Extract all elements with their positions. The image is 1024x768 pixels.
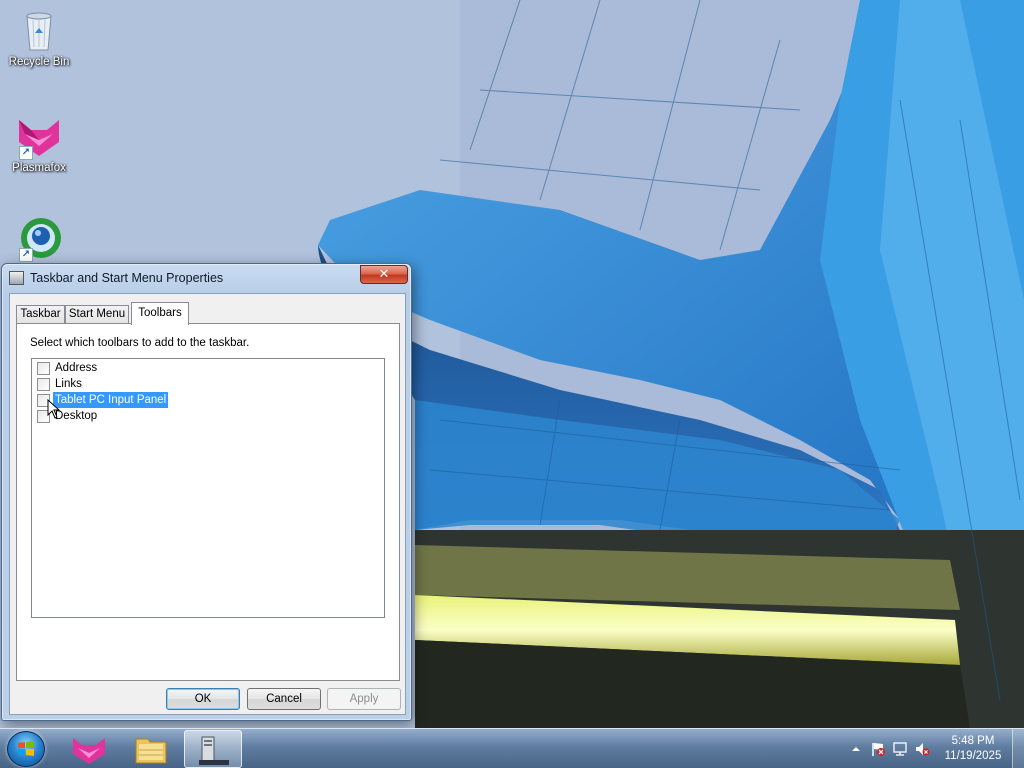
network-icon[interactable] [892, 741, 908, 757]
ok-button[interactable]: OK [166, 688, 240, 710]
toolbar-list[interactable]: Address Links Tablet PC Input Panel Desk… [31, 358, 385, 618]
shortcut-arrow-icon: ↗ [19, 248, 33, 262]
close-icon: ✕ [378, 267, 390, 282]
desktop-icon-label: Plasmafox [12, 162, 66, 174]
checkbox[interactable] [37, 378, 50, 391]
tab-start-menu[interactable]: Start Menu [65, 305, 129, 324]
show-desktop-button[interactable] [1012, 729, 1024, 768]
desktop-icon-plasmafox[interactable]: ↗ Plasmafox [2, 112, 76, 174]
checkbox[interactable] [37, 362, 50, 375]
instructions-text: Select which toolbars to add to the task… [30, 337, 250, 349]
taskbar-button-properties[interactable] [184, 730, 242, 768]
apply-button[interactable]: Apply [327, 688, 401, 710]
clock-date: 11/19/2025 [944, 750, 1002, 762]
desktop-icon-network[interactable]: ↗ [2, 214, 76, 262]
start-orb-icon [18, 741, 34, 756]
toolbars-tab-panel: Select which toolbars to add to the task… [16, 323, 400, 681]
dialog-client-area: Taskbar Start Menu Toolbars Select which… [9, 293, 406, 715]
desktop-icon-recycle-bin[interactable]: Recycle Bin [2, 6, 76, 68]
shortcut-arrow-icon: ↗ [19, 146, 33, 160]
mouse-cursor-icon [47, 399, 61, 419]
dialog-titlebar[interactable]: Taskbar and Start Menu Properties ✕ [2, 264, 411, 292]
plasmafox-icon: ↗ [15, 112, 63, 160]
clock[interactable]: 5:48 PM 11/19/2025 [938, 734, 1008, 764]
tab-taskbar[interactable]: Taskbar [16, 305, 65, 324]
volume-muted-icon[interactable] [914, 741, 930, 757]
close-button[interactable]: ✕ [360, 265, 408, 284]
taskbar: 5:48 PM 11/19/2025 [0, 728, 1024, 768]
explorer-folder-icon [135, 738, 167, 764]
taskbar-button-explorer[interactable] [122, 730, 180, 768]
taskbar-properties-icon [199, 736, 229, 765]
tab-label: Start Menu [68, 308, 126, 320]
show-hidden-icons-arrow[interactable] [848, 741, 864, 757]
start-button[interactable] [7, 731, 45, 767]
tab-label: Toolbars [138, 307, 182, 319]
plasmafox-icon [73, 738, 105, 764]
taskbar-properties-dialog: Taskbar and Start Menu Properties ✕ Task… [1, 263, 412, 721]
tab-toolbars[interactable]: Toolbars [131, 302, 189, 325]
cancel-button[interactable]: Cancel [247, 688, 321, 710]
action-center-flag-icon[interactable] [870, 741, 886, 757]
recycle-bin-icon [15, 6, 63, 54]
desktop-icon-label: Recycle Bin [8, 56, 70, 68]
notification-area: 5:48 PM 11/19/2025 [834, 729, 1024, 768]
taskbar-button-plasmafox[interactable] [60, 730, 118, 768]
taskbar-properties-icon [9, 271, 24, 285]
list-item-label: Links [55, 378, 82, 390]
dialog-title: Taskbar and Start Menu Properties [30, 271, 224, 285]
network-globe-icon: ↗ [15, 214, 63, 262]
list-item-label: Tablet PC Input Panel [53, 392, 169, 408]
tab-label: Taskbar [20, 308, 61, 320]
list-item-label: Address [55, 362, 98, 374]
clock-time: 5:48 PM [951, 735, 995, 747]
